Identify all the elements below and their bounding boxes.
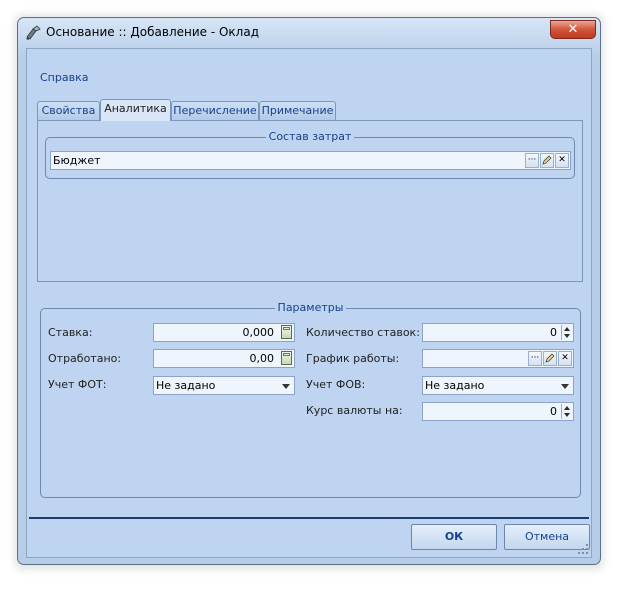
close-icon: ✕ [567, 22, 579, 37]
spin-arrows-icon[interactable] [561, 404, 572, 419]
chevron-down-icon[interactable] [558, 378, 572, 393]
stavka-input[interactable]: 0,000 [153, 323, 295, 342]
tab-enumeration-label: Перечисление [173, 104, 257, 117]
chevron-down-icon[interactable] [279, 378, 293, 393]
grafik-edit-button[interactable] [543, 351, 557, 366]
cost-composition-field[interactable]: Бюджет ··· ✕ [50, 151, 571, 170]
uchet-fot-label: Учет ФОТ: [48, 378, 107, 391]
ellipsis-icon: ··· [527, 155, 537, 165]
cost-composition-browse-button[interactable]: ··· [525, 153, 539, 168]
dialog-window: Основание :: Добавление - Оклад ✕ Справк… [17, 17, 601, 565]
tab-properties[interactable]: Свойства [37, 101, 100, 120]
parameters-group: Параметры Ставка: 0,000 Отработано: 0,00… [40, 301, 581, 498]
analytics-panel: Состав затрат Бюджет ··· ✕ [37, 120, 583, 282]
cost-composition-edit-button[interactable] [540, 153, 554, 168]
cost-composition-value: Бюджет [53, 154, 101, 167]
uchet-fov-label: Учет ФОВ: [306, 378, 366, 391]
cost-composition-caption: Состав затрат [265, 130, 355, 143]
kurs-value: 0 [550, 405, 557, 418]
menu-help[interactable]: Справка [40, 71, 88, 84]
title-bar[interactable]: Основание :: Добавление - Оклад ✕ [18, 18, 600, 48]
grafik-clear-button[interactable]: ✕ [558, 351, 572, 366]
clear-icon: ✕ [558, 155, 566, 165]
pencil-icon [545, 353, 555, 363]
tab-properties-label: Свойства [41, 104, 96, 117]
kolichestvo-value: 0 [550, 326, 557, 339]
clear-icon: ✕ [561, 353, 569, 363]
tab-notes[interactable]: Примечание [259, 101, 336, 120]
stavka-label: Ставка: [48, 326, 93, 339]
ellipsis-icon: ··· [530, 353, 540, 363]
otrabotano-value: 0,00 [249, 352, 275, 365]
uchet-fot-value: Не задано [156, 379, 216, 392]
pencil-icon [542, 155, 552, 165]
cost-composition-clear-button[interactable]: ✕ [555, 153, 569, 168]
otrabotano-label: Отработано: [48, 352, 122, 365]
grafik-field[interactable]: ··· ✕ [422, 349, 574, 368]
spin-arrows-icon[interactable] [561, 325, 572, 340]
calculator-icon[interactable] [281, 351, 292, 365]
uchet-fot-select[interactable]: Не задано [153, 376, 295, 395]
otrabotano-input[interactable]: 0,00 [153, 349, 295, 368]
kolichestvo-label: Количество ставок: [306, 326, 420, 339]
tab-notes-label: Примечание [261, 104, 334, 117]
tab-analytics[interactable]: Аналитика [100, 99, 171, 121]
cancel-button-label: Отмена [524, 530, 570, 543]
resize-grip-icon[interactable] [577, 543, 589, 555]
uchet-fov-value: Не задано [425, 379, 485, 392]
uchet-fov-select[interactable]: Не задано [422, 376, 574, 395]
parameters-caption: Параметры [274, 301, 347, 314]
kurs-spinner[interactable]: 0 [422, 402, 574, 421]
app-icon [26, 25, 41, 40]
kolichestvo-spinner[interactable]: 0 [422, 323, 574, 342]
tab-enumeration[interactable]: Перечисление [171, 101, 259, 120]
tab-analytics-label: Аналитика [104, 102, 167, 115]
footer-separator [29, 517, 589, 519]
ok-button-label: ОК [444, 530, 464, 543]
window-title: Основание :: Добавление - Оклад [46, 25, 259, 39]
grafik-browse-button[interactable]: ··· [528, 351, 542, 366]
calculator-icon[interactable] [281, 325, 292, 339]
ok-button[interactable]: ОК [411, 524, 497, 550]
dialog-client: Справка Свойства Аналитика Перечисление … [26, 48, 592, 558]
grafik-label: График работы: [306, 352, 400, 365]
cost-composition-group: Состав затрат Бюджет ··· ✕ [45, 130, 575, 179]
kurs-label: Курс валюты на: [306, 404, 403, 417]
stavka-value: 0,000 [242, 326, 275, 339]
close-button[interactable]: ✕ [550, 20, 596, 39]
